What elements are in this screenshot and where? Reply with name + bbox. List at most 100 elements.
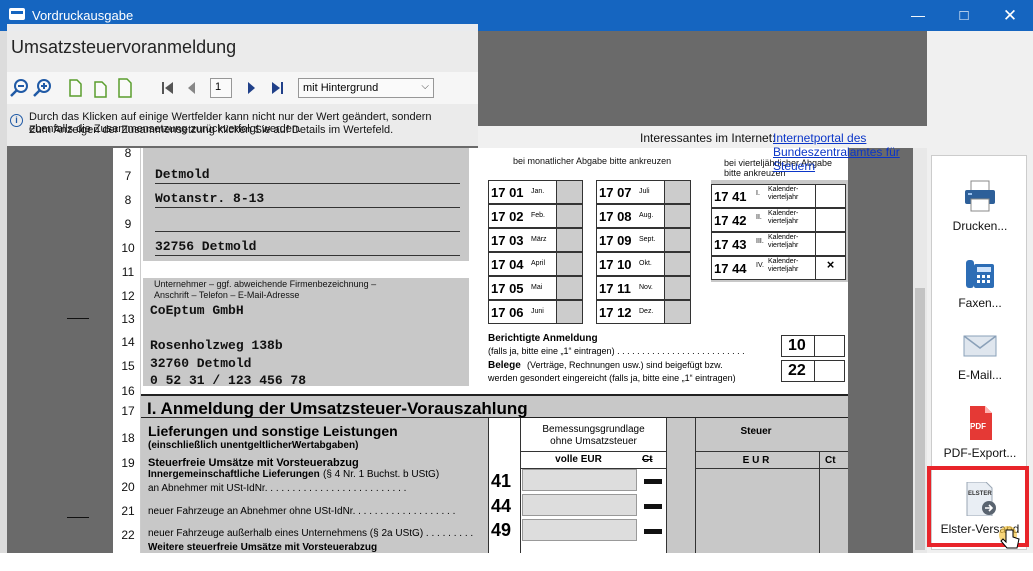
vertical-scrollbar[interactable] bbox=[913, 148, 927, 553]
quarter-checkbox[interactable] bbox=[815, 233, 845, 255]
line-number: 18 bbox=[121, 431, 135, 445]
intra-ref: (§ 4 Nr. 1 Buchst. b UStG) bbox=[323, 469, 440, 480]
previous-page-icon[interactable] bbox=[182, 78, 202, 98]
line-number: 14 bbox=[121, 335, 135, 349]
period-cell[interactable]: 17 07 Juli bbox=[596, 180, 691, 204]
company-phone-value: 0 52 31 / 123 456 78 bbox=[150, 373, 307, 388]
line-number: 20 bbox=[121, 480, 135, 494]
period-cell[interactable]: 17 05 Mai bbox=[488, 276, 583, 300]
period-cell[interactable]: 17 03 März bbox=[488, 228, 583, 252]
line-number: 22 bbox=[121, 528, 135, 542]
divider bbox=[155, 231, 460, 232]
period-cell[interactable]: 17 04 April bbox=[488, 252, 583, 276]
period-checkbox[interactable] bbox=[556, 253, 582, 275]
field-41[interactable] bbox=[522, 469, 637, 491]
divider bbox=[155, 207, 460, 208]
page-full-icon[interactable] bbox=[115, 78, 135, 98]
code-41: 41 bbox=[491, 471, 512, 491]
period-cell[interactable]: 17 09 Sept. bbox=[596, 228, 691, 252]
quarter-cell[interactable]: 17 44 IV. Kalender-vierteljahr × bbox=[711, 256, 846, 280]
period-checkbox[interactable] bbox=[664, 253, 690, 275]
period-cell[interactable]: 17 01 Jan. bbox=[488, 180, 583, 204]
period-cell[interactable]: 17 08 Aug. bbox=[596, 204, 691, 228]
period-checkbox[interactable] bbox=[664, 205, 690, 227]
month-label: Jan. bbox=[531, 188, 545, 195]
first-page-icon[interactable] bbox=[158, 78, 178, 98]
period-checkbox[interactable] bbox=[664, 301, 690, 323]
divider bbox=[696, 451, 848, 452]
ct-dash bbox=[644, 529, 662, 534]
last-page-icon[interactable] bbox=[267, 78, 287, 98]
scroll-thumb[interactable] bbox=[915, 288, 925, 550]
quarter-code: 17 44 bbox=[714, 261, 747, 276]
period-cell[interactable]: 17 11 Nov. bbox=[596, 276, 691, 300]
quarter-cell[interactable]: 17 42 II. Kalender-vierteljahr bbox=[711, 208, 846, 232]
period-cell[interactable]: 17 10 Okt. bbox=[596, 252, 691, 276]
company-zip-value: 32760 Detmold bbox=[150, 356, 252, 371]
period-checkbox[interactable] bbox=[664, 229, 690, 251]
monthly-note: bei monatlicher Abgabe bitte ankreuzen bbox=[513, 156, 672, 166]
period-checkbox[interactable] bbox=[556, 301, 582, 323]
background-select[interactable]: mit Hintergrund ⌵ bbox=[298, 78, 434, 98]
period-checkbox[interactable] bbox=[556, 229, 582, 251]
fold-mark bbox=[67, 517, 89, 518]
tax-column bbox=[696, 418, 848, 553]
period-cell[interactable]: 17 06 Juni bbox=[488, 300, 583, 324]
period-checkbox[interactable] bbox=[556, 205, 582, 227]
printer-icon bbox=[965, 180, 995, 212]
corrected-title: Berichtigte Anmeldung bbox=[488, 333, 598, 344]
field-49[interactable] bbox=[522, 519, 637, 541]
quarter-cell[interactable]: 17 43 III. Kalender-vierteljahr bbox=[711, 232, 846, 256]
page-single-icon[interactable] bbox=[65, 78, 85, 98]
month-label: Dez. bbox=[639, 308, 654, 315]
hand-cursor-icon bbox=[999, 526, 1020, 549]
line-number: 16 bbox=[121, 384, 135, 398]
next-page-icon[interactable] bbox=[241, 78, 261, 98]
ct-dash bbox=[644, 504, 662, 509]
maximize-button[interactable]: □ bbox=[941, 0, 987, 31]
company-street-value: Rosenholzweg 138b bbox=[150, 338, 283, 353]
quarter-checkbox[interactable]: × bbox=[815, 257, 845, 279]
period-checkbox[interactable] bbox=[556, 277, 582, 299]
page-number-input[interactable]: 1 bbox=[210, 78, 232, 98]
month-label: April bbox=[531, 260, 546, 267]
line-number: 11 bbox=[121, 265, 135, 279]
line-number: 8 bbox=[124, 193, 132, 207]
period-checkbox[interactable] bbox=[664, 277, 690, 299]
page-width-icon[interactable] bbox=[91, 78, 111, 98]
row-44-label: neuer Fahrzeuge an Abnehmer ohne USt-IdN… bbox=[148, 506, 456, 517]
field-44[interactable] bbox=[522, 494, 637, 516]
quarter-checkbox[interactable] bbox=[815, 185, 845, 207]
pdf-export-button[interactable]: PDF PDF-Export... bbox=[932, 398, 1028, 468]
minimize-button[interactable]: — bbox=[895, 0, 941, 31]
quarter-checkbox[interactable] bbox=[815, 209, 845, 231]
info-text: Zum Anzeigen der Zusammensetzung klicken… bbox=[29, 124, 394, 136]
print-button[interactable]: Drucken... bbox=[932, 171, 1028, 241]
period-code: 17 04 bbox=[491, 257, 524, 272]
internet-link[interactable]: Internetportal des Bundeszentralamtes fü… bbox=[773, 131, 927, 173]
fax-icon bbox=[966, 260, 994, 288]
period-code: 17 12 bbox=[599, 305, 632, 320]
quarter-code: 17 41 bbox=[714, 189, 747, 204]
code-44: 44 bbox=[491, 496, 512, 516]
period-cell[interactable]: 17 12 Dez. bbox=[596, 300, 691, 324]
period-checkbox[interactable] bbox=[556, 181, 582, 203]
month-label: Juli bbox=[639, 188, 650, 195]
zoom-out-icon[interactable] bbox=[9, 78, 29, 98]
corrected-field[interactable]: 10 bbox=[781, 335, 845, 357]
email-button[interactable]: E-Mail... bbox=[932, 320, 1028, 390]
period-cell[interactable]: 17 02 Feb. bbox=[488, 204, 583, 228]
close-button[interactable]: ✕ bbox=[987, 0, 1033, 31]
month-label: Juni bbox=[531, 308, 544, 315]
further-title: Weitere steuerfreie Umsätze mit Vorsteue… bbox=[148, 542, 378, 553]
zoom-in-icon[interactable] bbox=[32, 78, 52, 98]
company-value: CoEptum GmbH bbox=[150, 303, 244, 318]
month-label: Okt. bbox=[639, 260, 652, 267]
period-checkbox[interactable] bbox=[664, 181, 690, 203]
receipts-field[interactable]: 22 bbox=[781, 360, 845, 382]
info-box: i Durch das Klicken auf einige Wertfelde… bbox=[7, 106, 478, 146]
quarter-cell[interactable]: 17 41 I. Kalender-vierteljahr bbox=[711, 184, 846, 208]
fax-button[interactable]: Faxen... bbox=[932, 248, 1028, 318]
street-value: Wotanstr. 8-13 bbox=[155, 191, 265, 206]
quarter-code: 17 42 bbox=[714, 213, 747, 228]
